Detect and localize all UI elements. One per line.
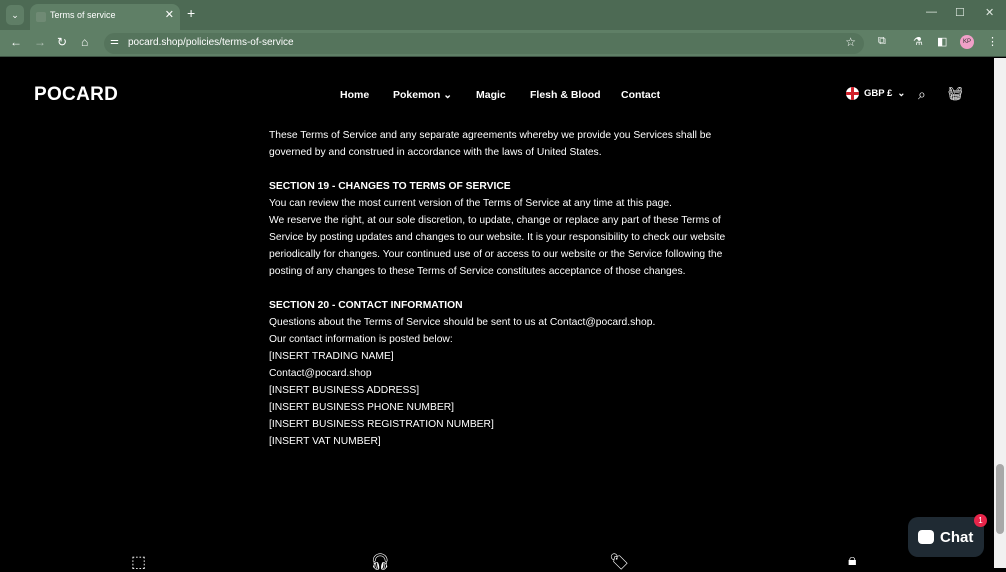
- tab-terms-of-service[interactable]: Terms of service ✕: [30, 4, 180, 30]
- back-button[interactable]: ←: [10, 35, 22, 49]
- labs-flask-icon[interactable]: ⚗: [913, 35, 923, 48]
- section-19-line: Service by posting updates and changes t…: [269, 232, 726, 243]
- section-20-line: [INSERT VAT NUMBER]: [269, 436, 381, 447]
- section-20-line: Our contact information is posted below:: [269, 334, 453, 345]
- section-20-heading: SECTION 20 - CONTACT INFORMATION: [269, 300, 463, 311]
- scrollbar-thumb[interactable]: [996, 464, 1004, 534]
- nav-magic[interactable]: Magic: [476, 89, 506, 101]
- section-19-line: You can review the most current version …: [269, 198, 672, 209]
- section-20-line: Contact@pocard.shop: [269, 368, 372, 379]
- favicon-icon: [36, 12, 46, 22]
- close-window-button[interactable]: ✕: [985, 6, 994, 19]
- new-tab-button[interactable]: +: [187, 5, 195, 21]
- chevron-down-icon: ⌄: [897, 88, 906, 99]
- home-button[interactable]: ⌂: [81, 35, 88, 49]
- web-page: POCARD Home Pokemon ⌄ Magic Flesh & Bloo…: [0, 58, 994, 571]
- governing-law-line: These Terms of Service and any separate …: [269, 130, 712, 141]
- currency-selector[interactable]: GBP £ ⌄: [846, 87, 905, 100]
- page-scrollbar[interactable]: [994, 58, 1006, 568]
- section-19-line: We reserve the right, at our sole discre…: [269, 215, 721, 226]
- tab-search-button[interactable]: ⌄: [6, 5, 24, 25]
- governing-law-line: governed by and construed in accordance …: [269, 147, 602, 158]
- section-20-line: [INSERT TRADING NAME]: [269, 351, 394, 362]
- section-19-line: periodically for changes. Your continued…: [269, 249, 723, 260]
- chevron-down-icon: ⌄: [443, 89, 452, 101]
- browser-toolbar: ← → ↻ ⌂ ⚌ pocard.shop/policies/terms-of-…: [0, 30, 1006, 57]
- chat-bubble-icon: [918, 530, 934, 544]
- chat-notification-badge: 1: [974, 514, 987, 527]
- nav-flesh-and-blood[interactable]: Flesh & Blood: [530, 89, 601, 101]
- menu-kebab-icon[interactable]: ⋮: [987, 35, 998, 48]
- nav-contact[interactable]: Contact: [621, 89, 660, 101]
- forward-button[interactable]: →: [34, 35, 46, 49]
- lock-icon: 🔒︎: [848, 552, 857, 569]
- section-20-line: [INSERT BUSINESS ADDRESS]: [269, 385, 420, 396]
- nav-home[interactable]: Home: [340, 89, 369, 101]
- extensions-icon[interactable]: ⧉: [878, 35, 886, 48]
- headphones-icon: 🎧︎: [370, 554, 391, 571]
- uk-flag-icon: [846, 87, 859, 100]
- minimize-button[interactable]: —: [926, 6, 937, 18]
- tab-strip: ⌄ Terms of service ✕ + — ☐ ✕: [0, 0, 1006, 30]
- side-panel-icon[interactable]: ◧: [937, 35, 947, 48]
- site-info-icon[interactable]: ⚌: [110, 36, 119, 47]
- section-20-line: [INSERT BUSINESS PHONE NUMBER]: [269, 402, 455, 413]
- site-logo[interactable]: POCARD: [34, 84, 118, 106]
- policy-content: These Terms of Service and any separate …: [269, 127, 739, 450]
- package-box-icon: ⬚: [131, 554, 147, 571]
- nav-pokemon[interactable]: Pokemon ⌄: [393, 89, 452, 101]
- nav-pokemon-label: Pokemon: [393, 89, 441, 101]
- chat-button[interactable]: Chat: [908, 517, 984, 557]
- reload-button[interactable]: ↻: [57, 35, 67, 49]
- chat-label: Chat: [940, 528, 974, 546]
- tab-title: Terms of service: [50, 10, 116, 20]
- url-text: pocard.shop/policies/terms-of-service: [128, 37, 294, 48]
- profile-avatar[interactable]: KP: [960, 35, 974, 49]
- currency-label: GBP £: [864, 88, 893, 99]
- close-tab-icon[interactable]: ✕: [165, 8, 174, 21]
- address-bar[interactable]: ⚌ pocard.shop/policies/terms-of-service …: [104, 33, 864, 54]
- maximize-button[interactable]: ☐: [955, 6, 965, 19]
- section-19-heading: SECTION 19 - CHANGES TO TERMS OF SERVICE: [269, 181, 511, 192]
- cart-basket-icon[interactable]: 🧺︎: [947, 86, 964, 102]
- bookmark-star-icon[interactable]: ☆: [845, 35, 856, 49]
- tag-icon: 🏷︎: [609, 554, 630, 571]
- search-icon[interactable]: ⌕: [918, 86, 926, 103]
- section-20-line: Questions about the Terms of Service sho…: [269, 317, 656, 328]
- section-20-line: [INSERT BUSINESS REGISTRATION NUMBER]: [269, 419, 494, 430]
- section-19-line: posting of any changes to these Terms of…: [269, 266, 686, 277]
